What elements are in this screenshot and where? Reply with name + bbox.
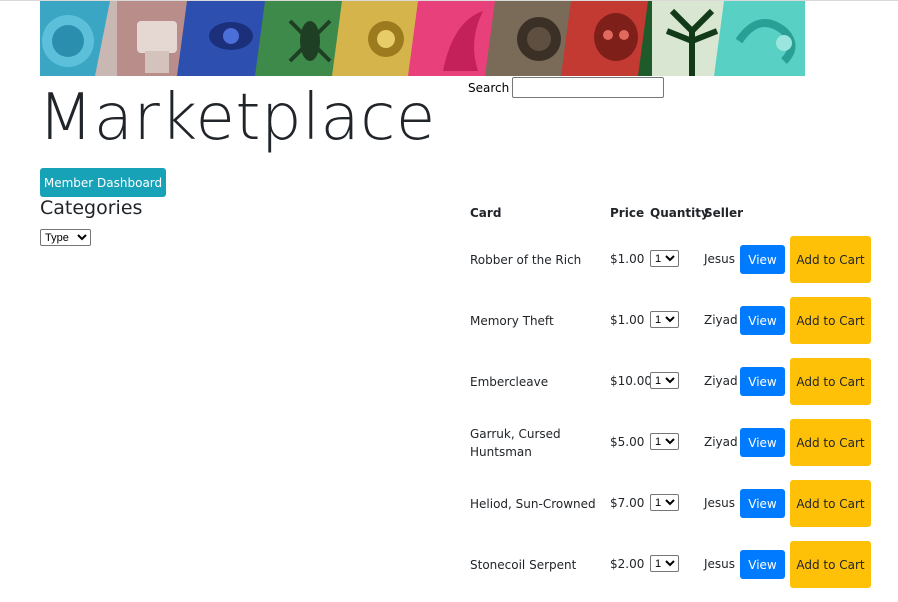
banner-panel-wave <box>728 1 805 76</box>
card-price: $5.00 <box>610 435 645 449</box>
card-price: $1.00 <box>610 252 645 266</box>
add-to-cart-button[interactable]: Add to Cart <box>790 236 871 283</box>
search-input[interactable] <box>512 77 665 98</box>
view-button[interactable]: View <box>740 550 785 579</box>
view-button[interactable]: View <box>740 245 785 274</box>
column-header-price: Price <box>610 206 645 220</box>
card-price: $10.00 <box>610 374 652 388</box>
card-name: Robber of the Rich <box>470 253 582 267</box>
banner-panel-insect <box>269 1 346 76</box>
card-name: Garruk, Cursed Huntsman <box>470 427 561 459</box>
view-button[interactable]: View <box>740 367 785 396</box>
quantity-select[interactable]: 1 <box>650 433 679 450</box>
banner-panel-sun <box>346 1 423 76</box>
banner-panel-skull <box>575 1 652 76</box>
view-button[interactable]: View <box>740 428 785 457</box>
seller-name: Jesus <box>704 557 736 571</box>
column-header-card: Card <box>470 206 502 220</box>
banner-panel-eye <box>193 1 270 76</box>
table-row: Garruk, Cursed Huntsman $5.00 1 Ziyad Vi… <box>0 412 898 473</box>
add-to-cart-button[interactable]: Add to Cart <box>790 358 871 405</box>
add-to-cart-button[interactable]: Add to Cart <box>790 541 871 588</box>
seller-name: Jesus <box>704 252 736 266</box>
seller-name: Jesus <box>704 496 736 510</box>
quantity-select[interactable]: 1 <box>650 372 679 389</box>
add-to-cart-button[interactable]: Add to Cart <box>790 419 871 466</box>
banner-panel-fist <box>116 1 193 76</box>
card-name: Embercleave <box>470 375 549 389</box>
column-header-seller: Seller <box>704 206 744 220</box>
card-price: $1.00 <box>610 313 645 327</box>
view-button[interactable]: View <box>740 306 785 335</box>
add-to-cart-button[interactable]: Add to Cart <box>790 297 871 344</box>
card-name: Stonecoil Serpent <box>470 558 577 572</box>
search-label: Search <box>468 80 510 95</box>
seller-name: Ziyad <box>704 313 738 327</box>
card-name: Heliod, Sun-Crowned <box>470 497 596 511</box>
quantity-select[interactable]: 1 <box>650 250 679 267</box>
table-row: Robber of the Rich $1.00 1 Jesus View Ad… <box>0 229 898 290</box>
column-header-quantity: Quantity <box>650 206 709 220</box>
add-to-cart-button[interactable]: Add to Cart <box>790 480 871 527</box>
quantity-select[interactable]: 1 <box>650 555 679 572</box>
quantity-select[interactable]: 1 <box>650 494 679 511</box>
seller-name: Ziyad <box>704 374 738 388</box>
card-name: Memory Theft <box>470 314 554 328</box>
banner-panel-tree <box>652 1 729 76</box>
banner-panel-sunburst <box>499 1 576 76</box>
page-title: Marketplace <box>38 81 436 155</box>
member-dashboard-button[interactable]: Member Dashboard <box>40 168 166 197</box>
banner-image <box>40 1 805 76</box>
table-row: Embercleave $10.00 1 Ziyad View Add to C… <box>0 351 898 412</box>
seller-name: Ziyad <box>704 435 738 449</box>
table-row: Heliod, Sun-Crowned $7.00 1 Jesus View A… <box>0 473 898 534</box>
banner-panel-blue-seal <box>40 1 117 76</box>
card-price: $2.00 <box>610 557 645 571</box>
categories-title: Categories <box>40 197 143 219</box>
table-row: Stonecoil Serpent $2.00 1 Jesus View Add… <box>0 534 898 595</box>
search-bar: Search <box>468 77 665 98</box>
view-button[interactable]: View <box>740 489 785 518</box>
banner-panel-flame <box>422 1 499 76</box>
table-row: Memory Theft $1.00 1 Ziyad View Add to C… <box>0 290 898 351</box>
card-price: $7.00 <box>610 496 645 510</box>
quantity-select[interactable]: 1 <box>650 311 679 328</box>
